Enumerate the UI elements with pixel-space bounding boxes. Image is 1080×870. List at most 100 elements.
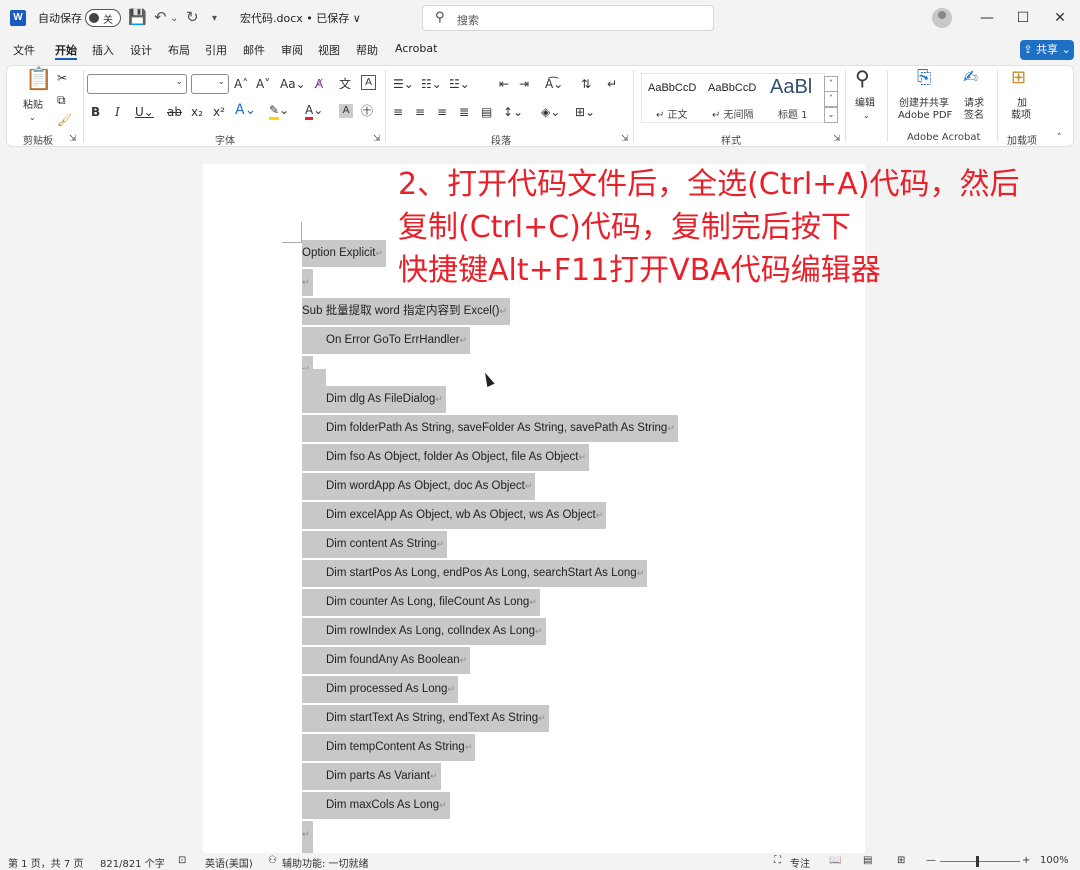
code-line[interactable]: Dim startText As String, endText As Stri… xyxy=(302,705,549,732)
code-line[interactable]: Dim tempContent As String↵ xyxy=(302,734,476,761)
word-count[interactable]: 821/821 个字 xyxy=(100,855,165,870)
code-line[interactable]: Dim maxCols As Long↵ xyxy=(302,792,450,819)
focus-icon[interactable]: ⛶ xyxy=(774,855,781,866)
create-pdf-icon[interactable]: ⎘ xyxy=(917,69,931,87)
focus-label[interactable]: 专注 xyxy=(790,855,810,870)
borders-icon[interactable]: ⊞⌄ xyxy=(575,104,595,120)
proofing-icon[interactable]: ⊡ xyxy=(178,855,186,866)
accessibility-status[interactable]: 辅助功能: 一切就绪 xyxy=(282,855,369,870)
code-line[interactable]: Option Explicit↵ xyxy=(302,240,387,267)
create-pdf-label-2[interactable]: Adobe PDF xyxy=(898,110,952,122)
request-label[interactable]: 请求 xyxy=(964,98,984,110)
multilevel-list-icon[interactable]: ☳⌄ xyxy=(449,76,470,92)
web-layout-icon[interactable]: ⊞ xyxy=(897,855,905,866)
tab-view[interactable]: 视图 xyxy=(318,42,340,58)
code-line[interactable]: Sub 批量提取 word 指定内容到 Excel()↵ xyxy=(302,298,510,325)
add-ins-icon[interactable]: ⊞ xyxy=(1011,69,1026,87)
code-line[interactable]: On Error GoTo ErrHandler↵ xyxy=(302,327,471,354)
superscript-icon[interactable]: x² xyxy=(213,104,225,120)
decrease-indent-icon[interactable]: ⇤ xyxy=(499,76,509,92)
document-title[interactable]: 宏代码.docx • 已保存 ∨ xyxy=(240,10,361,26)
editing-dropdown-icon[interactable]: ⌄ xyxy=(863,110,870,122)
print-layout-icon[interactable]: ▤ xyxy=(863,855,872,866)
code-line[interactable]: Dim startPos As Long, endPos As Long, se… xyxy=(302,560,648,587)
zoom-slider-thumb[interactable] xyxy=(976,856,979,867)
avatar[interactable] xyxy=(932,8,952,28)
tab-design[interactable]: 设计 xyxy=(130,42,152,58)
font-size-combo[interactable]: ⌄ xyxy=(191,74,229,94)
paste-dropdown-icon[interactable]: ⌄ xyxy=(29,112,36,124)
sort-icon[interactable]: ⇅ xyxy=(581,76,591,92)
cut-icon[interactable]: ✂ xyxy=(57,70,67,86)
code-line[interactable]: Dim foundAny As Boolean↵ xyxy=(302,647,471,674)
justify-icon[interactable]: ≣ xyxy=(459,104,469,120)
maximize-icon[interactable]: ☐ xyxy=(1011,6,1035,30)
text-effects-icon[interactable]: A⌄ xyxy=(235,102,256,118)
page-count[interactable]: 第 1 页，共 7 页 xyxy=(8,855,83,870)
code-line[interactable]: Dim dlg As FileDialog↵ xyxy=(302,386,446,413)
save-icon[interactable]: 💾 xyxy=(128,8,147,26)
tab-file[interactable]: 文件 xyxy=(13,42,35,58)
share-button[interactable]: ⇪ 共享 ⌄ xyxy=(1020,40,1074,60)
code-line[interactable]: Dim content As String↵ xyxy=(302,531,448,558)
zoom-slider[interactable] xyxy=(940,861,1020,862)
format-painter-icon[interactable]: 🖌 xyxy=(57,112,72,128)
character-shading-icon[interactable]: A xyxy=(339,104,353,118)
paragraph-launcher-icon[interactable]: ⇲ xyxy=(621,134,629,144)
styles-scroll-down-icon[interactable]: ˅ xyxy=(824,91,838,107)
subscript-icon[interactable]: x₂ xyxy=(191,104,203,120)
paste-icon[interactable]: 📋 xyxy=(25,69,52,91)
tab-acrobat[interactable]: Acrobat xyxy=(395,42,437,55)
tab-home[interactable]: 开始 xyxy=(55,42,77,58)
zoom-out-icon[interactable]: — xyxy=(926,855,936,866)
tab-layout[interactable]: 布局 xyxy=(168,42,190,58)
increase-indent-icon[interactable]: ⇥ xyxy=(519,76,529,92)
character-border-icon[interactable]: A xyxy=(361,75,376,90)
code-line[interactable]: Dim fso As Object, folder As Object, fil… xyxy=(302,444,590,471)
code-line[interactable]: Dim processed As Long↵ xyxy=(302,676,458,703)
styles-more-icon[interactable]: ⌄ xyxy=(824,107,838,123)
code-line[interactable]: Dim counter As Long, fileCount As Long↵ xyxy=(302,589,540,616)
tab-review[interactable]: 审阅 xyxy=(281,42,303,58)
shrink-font-icon[interactable]: A˅ xyxy=(256,76,270,92)
paste-label[interactable]: 粘贴 xyxy=(23,100,43,112)
autosave-toggle[interactable]: 关 xyxy=(85,9,121,27)
font-launcher-icon[interactable]: ⇲ xyxy=(373,134,381,144)
undo-icon[interactable]: ↶ xyxy=(154,8,167,26)
styles-scroll-up-icon[interactable]: ˄ xyxy=(824,76,838,92)
language-label[interactable]: 英语(美国) xyxy=(205,855,253,870)
grow-font-icon[interactable]: A˄ xyxy=(234,76,248,92)
underline-icon[interactable]: U⌄ xyxy=(135,104,154,120)
undo-dropdown-icon[interactable]: ⌄ xyxy=(170,10,178,28)
code-line[interactable]: Dim rowIndex As Long, colIndex As Long↵ xyxy=(302,618,546,645)
tab-help[interactable]: 帮助 xyxy=(356,42,378,58)
editing-label[interactable]: 编辑 xyxy=(855,98,875,110)
italic-icon[interactable]: I xyxy=(115,104,120,120)
highlight-icon[interactable]: ✎⌄ xyxy=(269,102,289,120)
font-name-combo[interactable]: ⌄ xyxy=(87,74,187,94)
zoom-in-icon[interactable]: + xyxy=(1022,855,1030,866)
align-left-icon[interactable]: ≡ xyxy=(393,104,403,120)
signature-label[interactable]: 签名 xyxy=(964,110,984,122)
add-ins-label-2[interactable]: 载项 xyxy=(1011,110,1031,122)
minimize-icon[interactable]: — xyxy=(975,6,999,30)
code-line[interactable]: Dim parts As Variant↵ xyxy=(302,763,441,790)
customize-toolbar-icon[interactable]: ▾ xyxy=(212,10,217,28)
clipboard-launcher-icon[interactable]: ⇲ xyxy=(69,134,77,144)
enclosed-character-icon[interactable]: ㊉ xyxy=(361,103,373,119)
search-input[interactable]: ⚲ 搜索 xyxy=(422,5,714,31)
styles-launcher-icon[interactable]: ⇲ xyxy=(833,134,841,144)
code-line[interactable]: ↵ xyxy=(302,269,313,296)
request-signature-icon[interactable]: ✍ xyxy=(963,69,978,87)
font-color-icon[interactable]: A⌄ xyxy=(305,102,323,120)
clear-formatting-icon[interactable]: A̸ xyxy=(315,76,323,92)
tab-insert[interactable]: 插入 xyxy=(92,42,114,58)
numbering-icon[interactable]: ☷⌄ xyxy=(421,76,442,92)
zoom-level[interactable]: 100% xyxy=(1040,855,1069,866)
tab-references[interactable]: 引用 xyxy=(205,42,227,58)
shading-icon[interactable]: ◈⌄ xyxy=(541,104,560,120)
code-line[interactable]: Dim folderPath As String, saveFolder As … xyxy=(302,415,678,442)
align-center-icon[interactable]: ≡ xyxy=(415,104,425,120)
line-spacing-icon[interactable]: ↕⌄ xyxy=(503,104,523,120)
add-ins-label[interactable]: 加 xyxy=(1017,98,1027,110)
